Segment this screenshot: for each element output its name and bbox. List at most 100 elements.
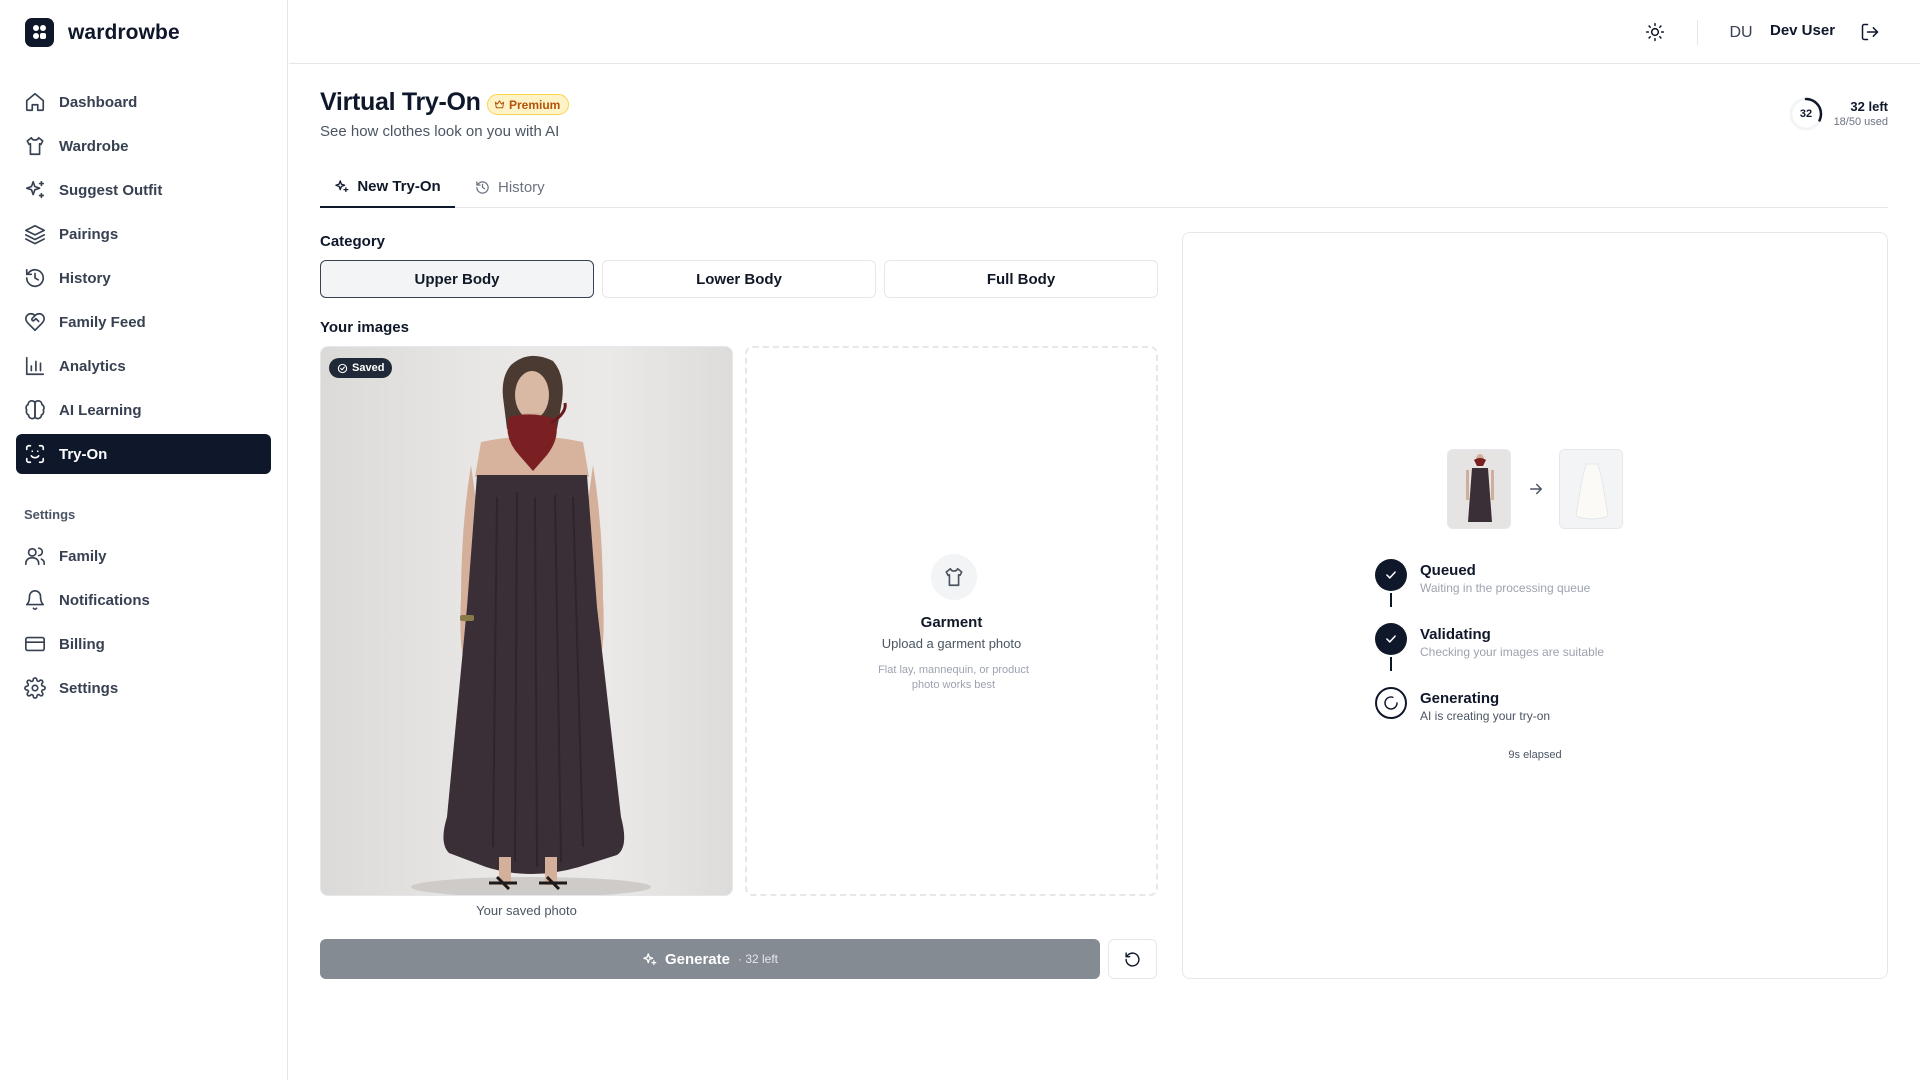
sidebar-item-ai-learning[interactable]: AI Learning <box>16 390 271 430</box>
garment-thumbnail <box>1559 449 1623 529</box>
garment-subtitle: Upload a garment photo <box>881 636 1022 651</box>
person-photo[interactable]: Saved <box>320 346 733 896</box>
loader-icon <box>1375 687 1407 719</box>
sidebar-item-label: Wardrobe <box>59 137 129 155</box>
sidebar-item-suggest-outfit[interactable]: Suggest Outfit <box>16 170 271 210</box>
saved-badge: Saved <box>329 358 393 378</box>
quota-remaining-label: 32 left <box>1850 99 1888 114</box>
sidebar-item-label: Notifications <box>59 591 150 609</box>
history-icon <box>476 180 489 194</box>
person-illustration <box>411 355 651 895</box>
logout-icon <box>1861 23 1879 41</box>
garment-upload-dropzone[interactable]: Garment Upload a garment photo Flat lay,… <box>745 346 1158 896</box>
check-circle-icon <box>337 363 348 373</box>
garment-hint: Flat lay, mannequin, or product photo wo… <box>878 664 1029 691</box>
home-icon <box>25 92 45 112</box>
step-title: Queued <box>1420 562 1476 579</box>
elapsed-time: 9s elapsed <box>1508 749 1562 761</box>
check-icon <box>1375 623 1407 655</box>
bell-icon <box>25 590 45 611</box>
person-photo-caption: Your saved photo <box>476 903 577 918</box>
sidebar-item-family-feed[interactable]: Family Feed <box>16 302 271 342</box>
bar-chart-icon <box>25 356 45 376</box>
credit-card-icon <box>25 636 45 652</box>
users-icon <box>25 547 45 566</box>
generate-button[interactable]: Generate · 32 left <box>320 939 1100 979</box>
brand-name: wardrowbe <box>68 20 180 44</box>
step-connector <box>1390 657 1392 671</box>
layers-icon <box>25 224 45 245</box>
sidebar-item-dashboard[interactable]: Dashboard <box>16 82 271 122</box>
tab-label: New Try-On <box>357 177 441 195</box>
step-description: Checking your images are suitable <box>1420 645 1605 659</box>
category-label: Category <box>320 233 386 250</box>
sidebar-item-history[interactable]: History <box>16 258 271 298</box>
sidebar-item-try-on[interactable]: Try-On <box>16 434 271 474</box>
sidebar-item-label: Pairings <box>59 225 119 243</box>
shirt-icon <box>26 136 44 156</box>
scan-face-icon <box>25 444 45 464</box>
category-full-body-button[interactable]: Full Body <box>884 260 1158 298</box>
crown-icon <box>494 100 505 109</box>
tab-bar: New Try-On History <box>320 166 1888 208</box>
sidebar-item-label: Family <box>59 547 107 565</box>
sidebar-item-label: History <box>59 269 111 287</box>
history-icon <box>25 268 45 288</box>
tab-label: History <box>498 178 545 196</box>
brain-icon <box>25 399 45 420</box>
sidebar-item-analytics[interactable]: Analytics <box>16 346 271 386</box>
generate-button-label: Generate <box>664 950 730 968</box>
premium-badge-label: Premium <box>509 97 561 112</box>
gear-icon <box>24 677 46 699</box>
sidebar-item-family[interactable]: Family <box>16 536 271 576</box>
step-title: Generating <box>1420 690 1500 707</box>
category-upper-body-button[interactable]: Upper Body <box>320 260 594 298</box>
category-lower-body-button[interactable]: Lower Body <box>602 260 876 298</box>
garment-title: Garment <box>920 614 983 631</box>
sidebar-item-label: Billing <box>59 635 105 653</box>
sidebar-item-notifications[interactable]: Notifications <box>16 580 271 620</box>
sidebar-item-settings[interactable]: Settings <box>16 668 271 708</box>
shirt-icon <box>931 554 977 600</box>
topbar-divider <box>1697 20 1698 45</box>
sidebar-item-pairings[interactable]: Pairings <box>16 214 271 254</box>
check-icon <box>1375 559 1407 591</box>
progress-step-queued: Queued Waiting in the processing queue <box>1375 559 1695 607</box>
brand[interactable]: wardrowbe <box>25 18 180 47</box>
person-thumbnail <box>1447 449 1511 529</box>
sidebar-item-label: Suggest Outfit <box>59 181 163 199</box>
sidebar-item-wardrobe[interactable]: Wardrobe <box>16 126 271 166</box>
sidebar-item-label: Try-On <box>59 445 108 463</box>
rotate-ccw-icon <box>1125 951 1140 967</box>
heart-handshake-icon <box>25 312 45 332</box>
progress-step-validating: Validating Checking your images are suit… <box>1375 623 1695 671</box>
topbar: DU Dev User <box>289 0 1920 64</box>
sidebar-item-label: Settings <box>59 679 119 697</box>
user-name[interactable]: Dev User <box>1770 22 1835 39</box>
step-description: AI is creating your try-on <box>1420 709 1551 723</box>
sidebar-item-label: AI Learning <box>59 401 142 419</box>
avatar[interactable]: DU <box>1726 18 1756 48</box>
premium-badge: Premium <box>487 94 570 115</box>
step-connector <box>1390 593 1392 607</box>
tab-history[interactable]: History <box>475 166 555 208</box>
sidebar-item-label: Dashboard <box>59 93 138 111</box>
sidebar-item-billing[interactable]: Billing <box>16 624 271 664</box>
tab-new-try-on[interactable]: New Try-On <box>320 166 455 208</box>
logout-button[interactable] <box>1857 19 1883 45</box>
progress-panel: Queued Waiting in the processing queue V… <box>1182 232 1888 979</box>
sun-icon <box>1645 22 1665 42</box>
settings-section-label: Settings <box>24 507 76 522</box>
theme-toggle-button[interactable] <box>1641 18 1669 46</box>
settings-nav: Family Notifications Billing Settings <box>16 536 271 712</box>
saved-badge-label: Saved <box>352 362 385 374</box>
sparkles-icon <box>25 180 45 199</box>
quota-used-label: 18/50 used <box>1833 116 1888 128</box>
reset-button[interactable] <box>1108 939 1157 979</box>
wand-sparkles-icon <box>643 952 657 965</box>
brand-logo-icon <box>25 18 54 47</box>
page-title: Virtual Try-On <box>320 88 481 116</box>
progress-step-generating: Generating AI is creating your try-on <box>1375 687 1695 727</box>
quota-remaining-number: 32 <box>1799 108 1813 120</box>
sidebar: wardrowbe Dashboard Wardrobe Suggest Out… <box>0 0 288 1080</box>
